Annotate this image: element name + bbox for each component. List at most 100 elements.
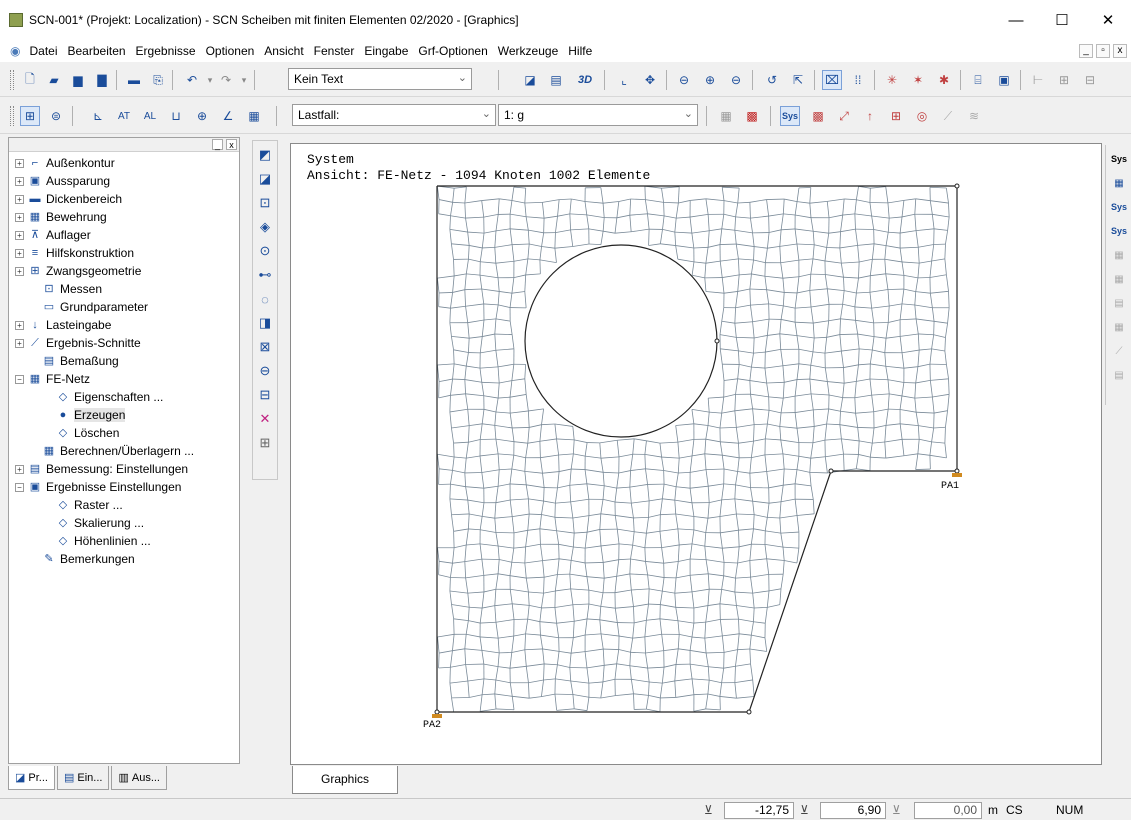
mesh-tool-6-icon[interactable]: ⊷ [255, 265, 275, 285]
tree-item[interactable]: − ▦ FE-Netz [15, 370, 90, 388]
mesh-tool-5-icon[interactable]: ⊙ [255, 241, 275, 261]
mdi-close-button[interactable]: x [1113, 44, 1127, 58]
tab-graphics[interactable]: Graphics [292, 766, 398, 794]
text-al-icon[interactable]: AL [140, 106, 160, 126]
snap-icon[interactable]: ⌧ [822, 70, 842, 90]
axis-icon[interactable]: ⊾ [88, 106, 108, 126]
loadcase-select[interactable]: 1: g ⌄ [498, 104, 698, 126]
mesh-tool-2-icon[interactable]: ◪ [255, 169, 275, 189]
node-icon[interactable]: ✳ [882, 70, 902, 90]
redo-icon[interactable]: ↷ [216, 70, 236, 90]
result-grid-3-icon[interactable]: ▦ [1108, 317, 1130, 337]
system-view-icon[interactable]: Sys [780, 106, 800, 126]
mesh-delete-icon[interactable]: ▩ [742, 106, 762, 126]
tree-item[interactable]: ● Erzeugen [43, 406, 126, 424]
node-star-icon[interactable]: ✱ [934, 70, 954, 90]
tree-item[interactable]: ◇ Eigenschaften ... [43, 388, 164, 406]
mesh-tool-1-icon[interactable]: ◩ [255, 145, 275, 165]
tree-item[interactable]: + ▤ Bemessung: Einstellungen [15, 460, 188, 478]
deform-icon[interactable]: ⤢ [834, 106, 854, 126]
tree-item[interactable]: + ≡ Hilfskonstruktion [15, 244, 134, 262]
panel-pin-button[interactable]: _ [212, 139, 223, 150]
tree-item[interactable]: ✎ Bemerkungen [29, 550, 134, 568]
vector-icon[interactable]: ⟋ [938, 106, 958, 126]
tree-item[interactable]: + ⌐ Außenkontur [15, 154, 115, 172]
tree-item[interactable]: + ⊞ Zwangsgeometrie [15, 262, 141, 280]
system-view-2-icon[interactable]: Sys [1108, 197, 1130, 217]
mesh-tool-13-icon[interactable]: ⊞ [255, 433, 275, 453]
menu-werkzeuge[interactable]: Werkzeuge [493, 44, 563, 58]
tree-item[interactable]: ▦ Berechnen/Überlagern ... [29, 442, 194, 460]
expand-icon[interactable]: + [15, 248, 24, 258]
mesh-delete-icon[interactable]: ✕ [255, 409, 275, 429]
hatch-icon[interactable]: ⊞ [1054, 70, 1074, 90]
node-cross-icon[interactable]: ✶ [908, 70, 928, 90]
mesh-tool-3-icon[interactable]: ⊡ [255, 193, 275, 213]
system-view-3-icon[interactable]: Sys [1108, 221, 1130, 241]
menu-bearbeiten[interactable]: Bearbeiten [63, 44, 131, 58]
redo-dropdown-icon[interactable]: ▾ [234, 70, 254, 90]
expand-icon[interactable]: + [15, 194, 24, 204]
tree-item[interactable]: ◇ Löschen [43, 424, 120, 442]
section-icon[interactable]: ⊞ [886, 106, 906, 126]
grid-icon[interactable]: ⁞⁞ [848, 70, 868, 90]
tree-item[interactable]: ◇ Höhenlinien ... [43, 532, 151, 550]
print-icon[interactable]: ▬ [124, 70, 144, 90]
mesh-tool-9-icon[interactable]: ⊠ [255, 337, 275, 357]
menu-datei[interactable]: Datei [24, 44, 62, 58]
mesh-tool-11-icon[interactable]: ⊟ [255, 385, 275, 405]
expand-icon[interactable]: + [15, 212, 24, 222]
panel-close-button[interactable]: x [226, 139, 237, 150]
open-folder-icon[interactable]: ▰ [44, 70, 64, 90]
zoom-window-icon[interactable]: ⊖ [674, 70, 694, 90]
tab-ausgabe[interactable]: ▥ Aus... [111, 766, 167, 790]
tree-item[interactable]: + ▬ Dickenbereich [15, 190, 122, 208]
menu-grf-optionen[interactable]: Grf-Optionen [413, 44, 492, 58]
mesh-node-icon[interactable]: ◈ [255, 217, 275, 237]
maximize-button[interactable]: ☐ [1039, 0, 1085, 40]
target-icon[interactable]: ◎ [912, 106, 932, 126]
text-at-icon[interactable]: AT [114, 106, 134, 126]
tab-eingabe[interactable]: ▤ Ein... [56, 766, 110, 790]
expand-icon[interactable]: + [15, 176, 24, 186]
menu-fenster[interactable]: Fenster [309, 44, 360, 58]
mdi-minimize-button[interactable]: _ [1079, 44, 1093, 58]
collapse-icon[interactable]: − [15, 374, 24, 384]
tree-item[interactable]: + ↓ Lasteingabe [15, 316, 111, 334]
table-icon[interactable]: ⊟ [1080, 70, 1100, 90]
text-combo[interactable]: Kein Text ⌄ [288, 68, 472, 90]
preview-icon[interactable]: ⎘ [148, 70, 168, 90]
minimize-button[interactable]: — [993, 0, 1039, 40]
mesh-tool-10-icon[interactable]: ⊖ [255, 361, 275, 381]
menu-ansicht[interactable]: Ansicht [259, 44, 308, 58]
tree-item[interactable]: + ⊼ Auflager [15, 226, 91, 244]
dimension-line-icon[interactable]: ⊔ [166, 106, 186, 126]
tree-item[interactable]: ◇ Raster ... [43, 496, 123, 514]
tab-projekt[interactable]: ◪ Pr... [8, 766, 55, 790]
tree-item[interactable]: ⊡ Messen [29, 280, 102, 298]
result-grid-icon[interactable]: ▦ [1108, 245, 1130, 265]
toolbar-grip[interactable] [10, 70, 14, 90]
tree-item[interactable]: − ▣ Ergebnisse Einstellungen [15, 478, 181, 496]
loadcase-label-field[interactable]: Lastfall: ⌄ [292, 104, 496, 126]
system-label[interactable]: Sys [1108, 149, 1130, 169]
angle-icon[interactable]: ∠ [218, 106, 238, 126]
zoom-out-icon[interactable]: ⊖ [726, 70, 746, 90]
save-all-icon[interactable]: ▇ [92, 70, 112, 90]
mesh-results-icon[interactable]: ▩ [808, 106, 828, 126]
view-3d-button[interactable]: 3D [572, 70, 598, 90]
close-button[interactable]: ✕ [1085, 0, 1131, 40]
expand-icon[interactable]: + [15, 464, 24, 474]
result-list-icon[interactable]: ▤ [1108, 365, 1130, 385]
result-line-icon[interactable]: ⟋ [1108, 341, 1130, 361]
menu-optionen[interactable]: Optionen [201, 44, 260, 58]
edit-view-icon[interactable]: ◪ [520, 70, 540, 90]
pan-icon[interactable]: ✥ [640, 70, 660, 90]
menu-ergebnisse[interactable]: Ergebnisse [131, 44, 201, 58]
contour-icon[interactable]: ≋ [964, 106, 984, 126]
tree-item[interactable]: ▭ Grundparameter [29, 298, 148, 316]
undo-icon[interactable]: ↶ [182, 70, 202, 90]
expand-icon[interactable]: + [15, 338, 24, 348]
menu-eingabe[interactable]: Eingabe [359, 44, 413, 58]
tree-item[interactable]: ▤ Bemaßung [29, 352, 119, 370]
